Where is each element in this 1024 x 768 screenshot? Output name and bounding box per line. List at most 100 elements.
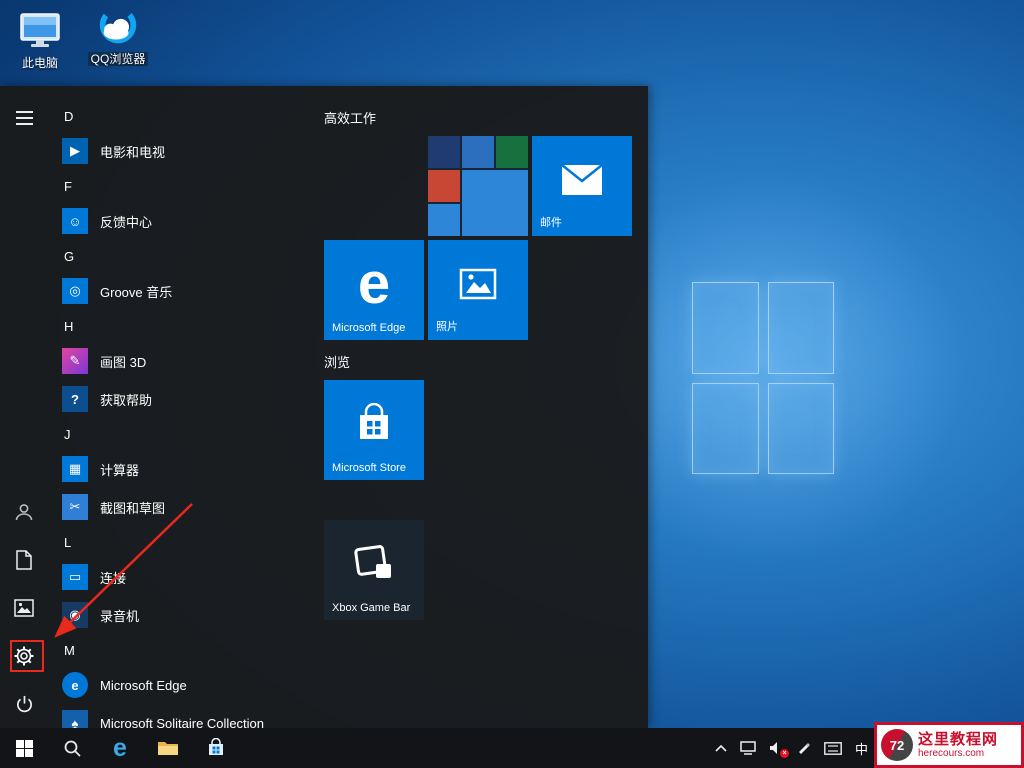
- mosaic-square-navy: [428, 136, 460, 168]
- groove-glyph: ◎: [69, 283, 80, 299]
- get-help-glyph: ?: [71, 392, 79, 407]
- tile-group-title-explore[interactable]: 浏览: [324, 352, 350, 371]
- solitaire-icon: ♠: [62, 710, 88, 728]
- tile-label: Microsoft Store: [332, 462, 406, 474]
- watermark-url: herecours.com: [918, 748, 998, 760]
- wallpaper-pane: [692, 282, 759, 374]
- app-item-voice-recorder[interactable]: ◉ 录音机: [48, 596, 324, 634]
- feedback-hub-icon: ☺: [62, 208, 88, 234]
- app-item-get-help[interactable]: ? 获取帮助: [48, 380, 324, 418]
- app-list-header-m[interactable]: M: [48, 634, 324, 666]
- app-item-connect[interactable]: ▭ 连接: [48, 558, 324, 596]
- mosaic-square-bigblue: [462, 170, 528, 236]
- snip-sketch-glyph: ✂: [70, 499, 81, 515]
- settings-button[interactable]: [0, 632, 48, 680]
- start-menu: D ▶ 电影和电视 F ☺ 反馈中心 G ◎ Groove 音乐 H ✎ 画图 …: [0, 86, 648, 728]
- keyboard-icon: [824, 742, 842, 755]
- tile-photos[interactable]: 照片: [428, 240, 528, 340]
- desktop-icon-this-pc[interactable]: 此电脑: [0, 8, 80, 70]
- app-label: 录音机: [100, 606, 139, 625]
- watermark-title: 这里教程网: [918, 731, 998, 748]
- app-label: 连接: [100, 568, 126, 587]
- tile-microsoft-store[interactable]: Microsoft Store: [324, 380, 424, 480]
- section-letter: F: [64, 179, 72, 194]
- desktop: 此电脑 QQ浏览器: [0, 0, 1024, 768]
- network-status-icon[interactable]: [740, 741, 756, 755]
- start-button[interactable]: [0, 728, 48, 768]
- watermark: 72 这里教程网 herecours.com: [874, 722, 1024, 768]
- calculator-icon: ▦: [62, 456, 88, 482]
- hamburger-icon: [16, 111, 33, 125]
- pictures-button[interactable]: [0, 584, 48, 632]
- ime-language-indicator[interactable]: 中: [855, 739, 868, 758]
- store-taskbar-icon: [206, 738, 226, 758]
- desktop-icon-label: QQ浏览器: [88, 52, 149, 66]
- app-list-header-f[interactable]: F: [48, 170, 324, 202]
- desktop-icon-qq-browser[interactable]: QQ浏览器: [78, 4, 158, 66]
- app-item-microsoft-edge[interactable]: e Microsoft Edge: [48, 666, 324, 704]
- mosaic-square-green: [496, 136, 528, 168]
- app-label: 电影和电视: [100, 142, 165, 161]
- start-menu-app-list: D ▶ 电影和电视 F ☺ 反馈中心 G ◎ Groove 音乐 H ✎ 画图 …: [48, 86, 324, 728]
- documents-button[interactable]: [0, 536, 48, 584]
- app-item-paint-3d[interactable]: ✎ 画图 3D: [48, 342, 324, 380]
- power-button[interactable]: [0, 680, 48, 728]
- app-item-groove-music[interactable]: ◎ Groove 音乐: [48, 272, 324, 310]
- app-label: Groove 音乐: [100, 282, 172, 301]
- store-icon: [352, 403, 396, 445]
- feedback-hub-glyph: ☺: [68, 214, 81, 229]
- windows-wallpaper-logo: [692, 282, 834, 474]
- tile-label: 照片: [436, 318, 458, 334]
- movies-tv-glyph: ▶: [70, 143, 80, 159]
- tile-xbox-game-bar[interactable]: Xbox Game Bar: [324, 520, 424, 620]
- tile-label: Microsoft Edge: [332, 322, 405, 334]
- touch-keyboard-button[interactable]: [824, 742, 842, 755]
- paint-3d-glyph: ✎: [70, 353, 81, 369]
- app-item-solitaire-collection[interactable]: ♠ Microsoft Solitaire Collection: [48, 704, 324, 728]
- taskbar-store-button[interactable]: [192, 728, 240, 768]
- section-letter: G: [64, 249, 74, 264]
- mosaic-square-blue2: [428, 204, 460, 236]
- ink-workspace-button[interactable]: [797, 741, 811, 755]
- connect-icon: ▭: [62, 564, 88, 590]
- app-label: Microsoft Edge: [100, 678, 187, 693]
- tile-office-mosaic[interactable]: [428, 136, 528, 236]
- pictures-icon: [14, 599, 34, 617]
- app-list-header-g[interactable]: G: [48, 240, 324, 272]
- app-list-header-j[interactable]: J: [48, 418, 324, 450]
- user-account-button[interactable]: [0, 488, 48, 536]
- taskbar-edge-button[interactable]: e: [96, 728, 144, 768]
- app-list-header-d[interactable]: D: [48, 100, 324, 132]
- search-icon: [63, 739, 82, 758]
- app-item-snip-sketch[interactable]: ✂ 截图和草图: [48, 488, 324, 526]
- expand-menu-button[interactable]: [0, 94, 48, 142]
- app-list-header-h[interactable]: H: [48, 310, 324, 342]
- app-list-header-l[interactable]: L: [48, 526, 324, 558]
- qq-browser-icon: [95, 4, 141, 50]
- tile-mail[interactable]: 邮件: [532, 136, 632, 236]
- wallpaper-pane: [768, 383, 835, 475]
- desktop-icon-label: 此电脑: [19, 56, 61, 70]
- app-item-movies-tv[interactable]: ▶ 电影和电视: [48, 132, 324, 170]
- watermark-text: 这里教程网 herecours.com: [918, 731, 998, 760]
- section-letter: D: [64, 109, 73, 124]
- mosaic-square-red: [428, 170, 460, 202]
- tile-label: 邮件: [540, 214, 562, 230]
- chevron-up-icon: [715, 744, 727, 752]
- user-icon: [14, 502, 34, 522]
- mosaic-square-blue: [462, 136, 494, 168]
- section-letter: H: [64, 319, 73, 334]
- show-hidden-icons-button[interactable]: [715, 744, 727, 752]
- movies-tv-icon: ▶: [62, 138, 88, 164]
- tile-group-title-productivity[interactable]: 高效工作: [324, 108, 376, 127]
- taskbar-file-explorer-button[interactable]: [144, 728, 192, 768]
- pen-icon: [797, 741, 811, 755]
- app-label: 计算器: [100, 460, 139, 479]
- tile-microsoft-edge[interactable]: e Microsoft Edge: [324, 240, 424, 340]
- edge-tile-glyph: e: [358, 250, 390, 317]
- search-button[interactable]: [48, 728, 96, 768]
- app-item-calculator[interactable]: ▦ 计算器: [48, 450, 324, 488]
- app-label: 画图 3D: [100, 352, 146, 371]
- app-item-feedback-hub[interactable]: ☺ 反馈中心: [48, 202, 324, 240]
- volume-muted-icon[interactable]: ×: [769, 741, 784, 755]
